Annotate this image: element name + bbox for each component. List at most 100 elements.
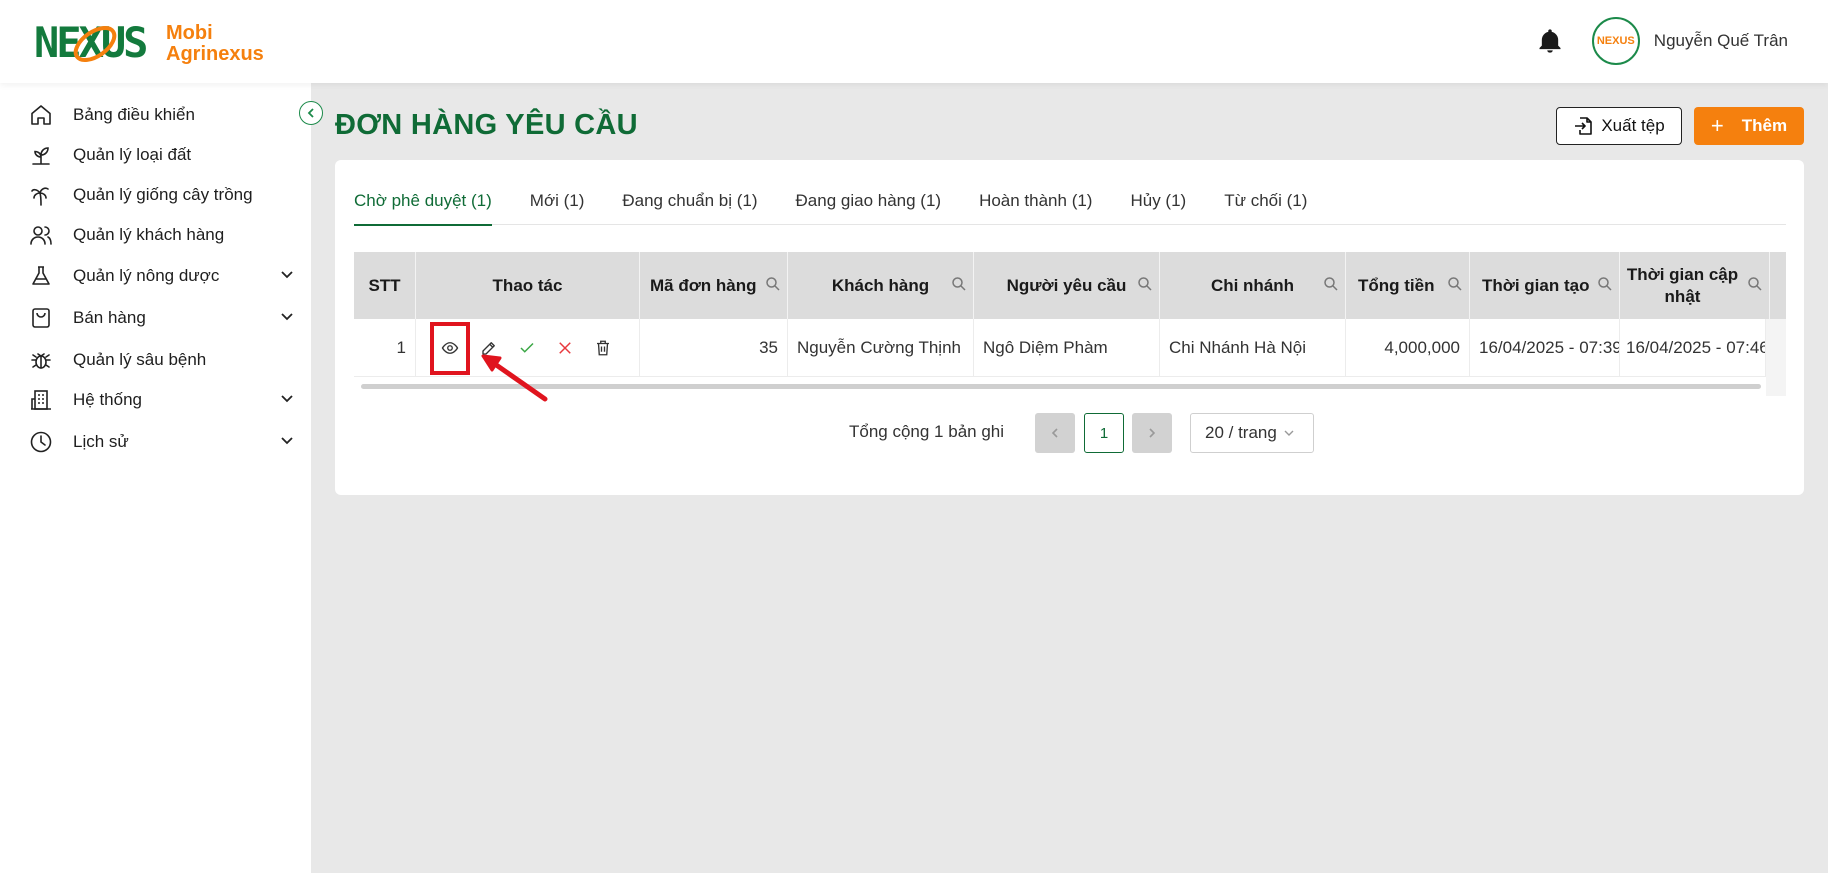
column-header-actions: Thao tác bbox=[416, 252, 640, 319]
sidebar: Bảng điều khiển Quản lý loại đất Quản lý… bbox=[0, 83, 311, 873]
nexus-logo-icon: NEXUS bbox=[34, 16, 152, 72]
sidebar-item-label: Bán hàng bbox=[73, 308, 146, 327]
shopping-bag-icon bbox=[28, 305, 54, 331]
page-size-value: 20 / trang bbox=[1205, 423, 1277, 442]
search-icon[interactable] bbox=[1323, 276, 1339, 292]
pagination-total: Tổng cộng 1 bản ghi bbox=[849, 422, 1005, 441]
sidebar-item-soil-types[interactable]: Quản lý loại đất bbox=[28, 140, 294, 170]
search-icon[interactable] bbox=[951, 276, 967, 292]
search-icon[interactable] bbox=[1747, 276, 1763, 292]
sidebar-item-dashboard[interactable]: Bảng điều khiển bbox=[28, 100, 294, 130]
collapse-sidebar-button[interactable] bbox=[299, 101, 323, 125]
view-button[interactable] bbox=[430, 321, 470, 375]
cell-created-at: 16/04/2025 - 07:39 bbox=[1470, 319, 1620, 377]
trash-icon bbox=[597, 340, 609, 356]
cell-total: 4,000,000 bbox=[1346, 319, 1470, 377]
edit-icon bbox=[482, 342, 495, 355]
column-header-customer: Khách hàng bbox=[788, 252, 974, 319]
reject-button[interactable] bbox=[546, 329, 584, 367]
brand-name: Mobi Agrinexus bbox=[166, 23, 264, 65]
add-button[interactable]: + Thêm bbox=[1694, 107, 1804, 145]
export-button[interactable]: Xuất tệp bbox=[1556, 107, 1682, 145]
sidebar-item-label: Quản lý loại đất bbox=[73, 145, 192, 164]
add-button-label: Thêm bbox=[1741, 116, 1788, 135]
sidebar-item-sales[interactable]: Bán hàng bbox=[28, 303, 294, 333]
close-icon bbox=[559, 342, 571, 354]
chevron-down-icon bbox=[1284, 430, 1294, 436]
brand-logo[interactable]: NEXUS Mobi Agrinexus bbox=[34, 16, 264, 72]
page-1-button[interactable]: 1 bbox=[1084, 413, 1124, 453]
delete-button[interactable] bbox=[584, 329, 622, 367]
brand-name-line2: Agrinexus bbox=[166, 43, 264, 65]
cell-updated-at: 16/04/2025 - 07:46 bbox=[1620, 319, 1766, 377]
sidebar-item-system[interactable]: Hệ thống bbox=[28, 385, 294, 415]
sidebar-item-pests[interactable]: Quản lý sâu bệnh bbox=[28, 345, 294, 375]
bug-icon bbox=[28, 347, 54, 373]
avatar[interactable]: NEXUS bbox=[1591, 17, 1640, 65]
export-file-icon bbox=[1575, 117, 1593, 135]
chevron-down-icon[interactable] bbox=[280, 310, 294, 324]
search-icon[interactable] bbox=[1447, 276, 1463, 292]
tab-cancelled[interactable]: Hủy (1) bbox=[1130, 188, 1186, 225]
sidebar-item-label: Quản lý khách hàng bbox=[73, 225, 225, 244]
column-header-order-code: Mã đơn hàng bbox=[640, 252, 788, 319]
pagination: Tổng cộng 1 bản ghi 1 20 / trang bbox=[335, 413, 1804, 453]
cell-customer: Nguyễn Cường Thịnh bbox=[788, 319, 974, 377]
logo-orbit-icon bbox=[73, 26, 117, 62]
building-icon bbox=[28, 387, 54, 413]
tab-delivering[interactable]: Đang giao hàng (1) bbox=[796, 188, 942, 225]
flask-icon bbox=[28, 263, 54, 289]
approve-button[interactable] bbox=[508, 329, 546, 367]
page-size-select[interactable]: 20 / trang bbox=[1190, 413, 1314, 453]
table-header: STT Thao tác Mã đơn hàng Khách hàng Ngườ… bbox=[354, 252, 1786, 319]
sidebar-item-history[interactable]: Lịch sử bbox=[28, 427, 294, 457]
table-row: 1 35 Nguyễn Cường Thịnh Ngô Diệm Phàm Ch… bbox=[354, 319, 1766, 377]
chevron-down-icon[interactable] bbox=[280, 392, 294, 406]
chevron-down-icon[interactable] bbox=[280, 268, 294, 282]
top-header: NEXUS Mobi Agrinexus NEXUS Nguyễn Quế Tr… bbox=[0, 0, 1828, 83]
tab-rejected[interactable]: Từ chối (1) bbox=[1224, 188, 1307, 225]
cell-stt: 1 bbox=[354, 319, 416, 377]
tab-new[interactable]: Mới (1) bbox=[530, 188, 585, 225]
chevron-left-icon bbox=[1051, 428, 1058, 438]
edit-button[interactable] bbox=[470, 329, 508, 367]
search-icon[interactable] bbox=[1137, 276, 1153, 292]
users-icon bbox=[28, 222, 54, 248]
tab-pending-approval[interactable]: Chờ phê duyệt (1) bbox=[354, 188, 492, 226]
cell-branch: Chi Nhánh Hà Nội bbox=[1160, 319, 1346, 377]
next-page-button[interactable] bbox=[1132, 413, 1172, 453]
sidebar-item-customers[interactable]: Quản lý khách hàng bbox=[28, 220, 294, 250]
sidebar-item-label: Hệ thống bbox=[73, 390, 142, 409]
tab-preparing[interactable]: Đang chuẩn bị (1) bbox=[622, 188, 757, 225]
sidebar-item-pesticides[interactable]: Quản lý nông dược bbox=[28, 261, 294, 291]
plus-icon: + bbox=[1710, 113, 1724, 138]
prev-page-button[interactable] bbox=[1035, 413, 1075, 453]
column-header-branch: Chi nhánh bbox=[1160, 252, 1346, 319]
search-icon[interactable] bbox=[765, 276, 781, 292]
chevron-right-icon bbox=[1149, 428, 1156, 438]
main-content: ĐƠN HÀNG YÊU CẦU Xuất tệp + Thêm Chờ phê… bbox=[311, 83, 1828, 873]
palm-tree-icon bbox=[28, 182, 54, 208]
sidebar-item-label: Lịch sử bbox=[73, 432, 129, 451]
cell-requester: Ngô Diệm Phàm bbox=[974, 319, 1160, 377]
chevron-down-icon[interactable] bbox=[280, 434, 294, 448]
clock-icon bbox=[28, 429, 54, 455]
search-icon[interactable] bbox=[1597, 276, 1613, 292]
cell-order-code: 35 bbox=[640, 319, 788, 377]
sidebar-item-crop-varieties[interactable]: Quản lý giống cây trồng bbox=[28, 180, 294, 210]
horizontal-scrollbar[interactable] bbox=[361, 384, 1761, 389]
eye-icon bbox=[441, 342, 459, 354]
sprout-icon bbox=[28, 142, 54, 168]
tab-completed[interactable]: Hoàn thành (1) bbox=[979, 188, 1092, 225]
column-header-created-at: Thời gian tạo bbox=[1470, 252, 1620, 319]
chevron-left-icon bbox=[307, 108, 314, 118]
sidebar-item-label: Quản lý giống cây trồng bbox=[73, 185, 253, 204]
orders-table: STT Thao tác Mã đơn hàng Khách hàng Ngườ… bbox=[354, 252, 1786, 396]
orders-card: Chờ phê duyệt (1) Mới (1) Đang chuẩn bị … bbox=[335, 160, 1804, 495]
table-scroll-gutter bbox=[1766, 319, 1786, 396]
cell-actions bbox=[416, 319, 640, 377]
bell-icon[interactable] bbox=[1536, 27, 1564, 55]
status-tabs: Chờ phê duyệt (1) Mới (1) Đang chuẩn bị … bbox=[354, 188, 1786, 226]
header-user-area: NEXUS Nguyễn Quế Trân bbox=[1536, 17, 1788, 65]
username[interactable]: Nguyễn Quế Trân bbox=[1654, 31, 1788, 51]
